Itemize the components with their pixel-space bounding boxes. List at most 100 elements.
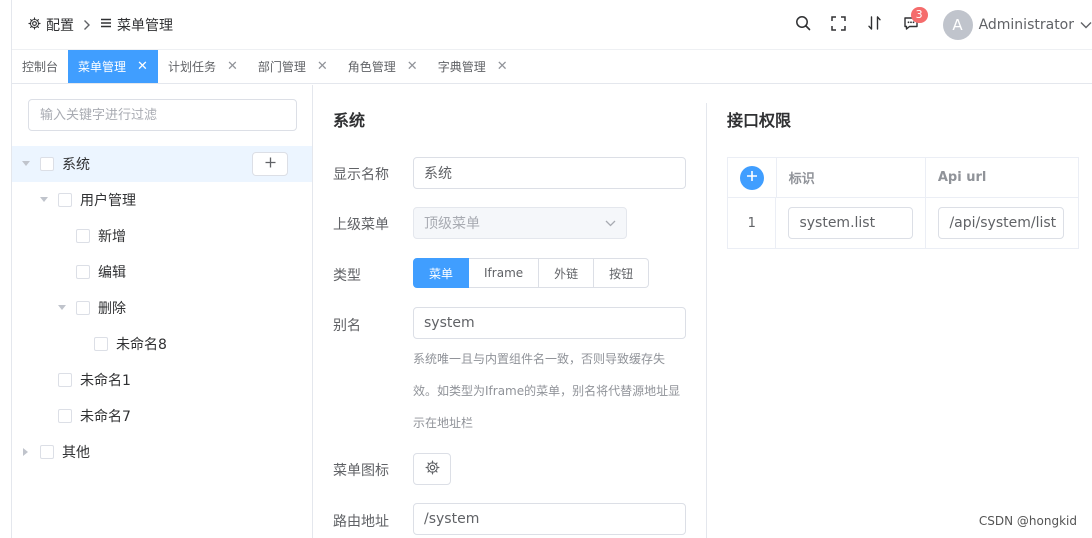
close-icon[interactable]: ✕ <box>497 60 508 73</box>
tree-node-label: 新增 <box>98 229 126 245</box>
tab-label: 控制台 <box>22 60 59 74</box>
chevron-down-icon <box>605 215 616 231</box>
table-cell: 1 <box>728 198 777 248</box>
form-section-title: 系统 <box>333 111 366 130</box>
type-option-iframe[interactable]: Iframe <box>469 258 540 288</box>
fullscreen-button[interactable] <box>821 0 857 50</box>
transfer-button[interactable] <box>857 0 893 50</box>
type-option-button[interactable]: 按钮 <box>594 258 650 288</box>
type-option-external-link[interactable]: 外链 <box>539 258 595 288</box>
watermark: CSDN @hongkid <box>978 514 1077 528</box>
caret-down-icon[interactable] <box>38 194 50 206</box>
caret-right-icon[interactable] <box>20 446 32 458</box>
close-icon[interactable]: ✕ <box>137 60 148 73</box>
tab-label: 角色管理 <box>347 60 396 74</box>
tree-node-label: 未命名1 <box>80 373 131 389</box>
api-url-input[interactable]: /api/system/list <box>938 207 1065 239</box>
hint-line: 效。如类型为Iframe的菜单，别名将代替源地址显 <box>413 384 681 398</box>
app-root: 配置 菜单管理 3 A Administrator 控制台 菜单管理 ✕ 计划任… <box>0 0 1092 538</box>
column-header-code: 标识 <box>777 158 926 197</box>
column-header-url: Api url <box>937 170 987 185</box>
table-header-cell <box>728 158 777 197</box>
tree-node-unnamed-8[interactable]: 未命名8 <box>12 326 312 362</box>
close-icon[interactable]: ✕ <box>317 60 328 73</box>
menu-tree-panel: 系统 用户管理 新增 编辑 <box>12 85 313 538</box>
api-table: 标识 Api url 1 system.list /api/system/lis… <box>727 157 1079 249</box>
tree-checkbox[interactable] <box>58 373 72 387</box>
caret-down-icon[interactable] <box>20 158 32 170</box>
tree-node-label: 编辑 <box>98 265 126 281</box>
tree-node-edit[interactable]: 编辑 <box>12 254 312 290</box>
search-button[interactable] <box>785 0 821 50</box>
tree-node-unnamed-7[interactable]: 未命名7 <box>12 398 312 434</box>
alias-hint: 系统唯一且与内置组件名一致，否则导致缓存失 效。如类型为Iframe的菜单，别名… <box>413 343 693 439</box>
breadcrumb-label-menu: 菜单管理 <box>117 18 173 34</box>
close-icon[interactable]: ✕ <box>227 60 238 73</box>
close-icon[interactable]: ✕ <box>407 60 418 73</box>
api-permissions-panel: 接口权限 标识 Api url 1 system.list /api/syste… <box>707 85 1092 538</box>
tree-checkbox[interactable] <box>76 229 90 243</box>
tree-node-label: 未命名7 <box>80 409 131 425</box>
tree-node-system[interactable]: 系统 <box>12 146 312 182</box>
tab-department-management[interactable]: 部门管理 ✕ <box>248 50 338 83</box>
menu-form-panel: 系统 显示名称 系统 上级菜单 顶级菜单 类型 菜单 Iframe 外链 按钮 … <box>313 85 706 538</box>
tab-role-management[interactable]: 角色管理 ✕ <box>338 50 428 83</box>
menu-tree: 系统 用户管理 新增 编辑 删除 未命名8 未命名1 未命名7 其他 <box>12 146 312 470</box>
tree-checkbox[interactable] <box>40 157 54 171</box>
tree-node-other[interactable]: 其他 <box>12 434 312 470</box>
fullscreen-icon <box>831 15 846 35</box>
sidebar-collapsed-strip <box>0 0 12 538</box>
tree-node-user-management[interactable]: 用户管理 <box>12 182 312 218</box>
table-cell: /api/system/list <box>926 198 1078 248</box>
alias-input[interactable]: system <box>413 307 686 339</box>
caret-down-icon[interactable] <box>56 302 68 314</box>
tree-node-delete[interactable]: 删除 <box>12 290 312 326</box>
type-label: 类型 <box>333 268 361 284</box>
table-header-row: 标识 Api url <box>728 158 1078 198</box>
parent-menu-label: 上级菜单 <box>333 217 389 233</box>
tree-checkbox[interactable] <box>76 301 90 315</box>
chevron-down-icon <box>1080 21 1092 29</box>
add-child-button[interactable] <box>252 152 288 176</box>
hint-line: 系统唯一且与内置组件名一致，否则导致缓存失 <box>413 352 666 366</box>
tab-label: 字典管理 <box>437 60 486 74</box>
input-value: /system <box>424 511 480 527</box>
tab-label: 计划任务 <box>167 60 216 74</box>
hint-line: 示在地址栏 <box>413 416 474 430</box>
tree-node-add[interactable]: 新增 <box>12 218 312 254</box>
tab-scheduled-tasks[interactable]: 计划任务 ✕ <box>158 50 248 83</box>
alias-label: 别名 <box>333 318 361 334</box>
gear-icon <box>28 16 41 34</box>
route-input[interactable]: /system <box>413 503 686 535</box>
user-menu[interactable]: A Administrator <box>942 10 1092 40</box>
tab-dashboard[interactable]: 控制台 <box>12 50 68 83</box>
breadcrumb-label-config: 配置 <box>46 18 74 34</box>
input-value: system.list <box>799 215 876 231</box>
tree-node-label: 用户管理 <box>80 193 136 209</box>
breadcrumb-item-menu-management: 菜单管理 <box>100 15 173 35</box>
icon-picker-button[interactable] <box>413 453 451 485</box>
tree-checkbox[interactable] <box>76 265 90 279</box>
tab-menu-management[interactable]: 菜单管理 ✕ <box>68 50 158 83</box>
tree-node-label: 删除 <box>98 301 126 317</box>
tree-checkbox[interactable] <box>40 445 54 459</box>
notification-badge: 3 <box>910 7 928 23</box>
top-header: 配置 菜单管理 3 A Administrator <box>12 0 1092 50</box>
tree-node-label: 未命名8 <box>116 337 167 353</box>
tree-node-unnamed-1[interactable]: 未命名1 <box>12 362 312 398</box>
tree-checkbox[interactable] <box>58 409 72 423</box>
tree-node-label: 其他 <box>62 445 90 461</box>
tree-checkbox[interactable] <box>58 193 72 207</box>
tree-checkbox[interactable] <box>94 337 108 351</box>
add-api-button[interactable] <box>739 165 764 190</box>
gear-icon <box>425 460 440 479</box>
type-option-menu[interactable]: 菜单 <box>413 258 470 288</box>
breadcrumb-item-config[interactable]: 配置 <box>28 15 74 35</box>
display-name-input[interactable]: 系统 <box>413 157 686 189</box>
api-code-input[interactable]: system.list <box>788 207 914 239</box>
parent-menu-select[interactable]: 顶级菜单 <box>413 207 627 239</box>
tree-filter-input[interactable] <box>28 99 297 131</box>
tab-dictionary-management[interactable]: 字典管理 ✕ <box>428 50 518 83</box>
tabs-bar: 控制台 菜单管理 ✕ 计划任务 ✕ 部门管理 ✕ 角色管理 ✕ 字典管理 ✕ <box>12 50 1092 84</box>
messages-button[interactable]: 3 <box>893 0 929 50</box>
